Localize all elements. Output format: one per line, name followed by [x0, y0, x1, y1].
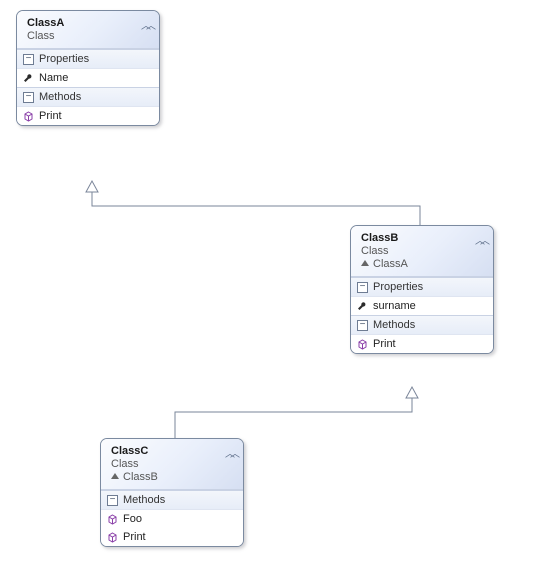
- base-class-label: ClassA: [361, 258, 485, 270]
- section-header[interactable]: −Properties: [17, 50, 159, 69]
- class-title: ClassA: [27, 17, 151, 29]
- section-label: Properties: [373, 281, 423, 293]
- member-name: Print: [373, 338, 396, 350]
- method-cube-icon: [107, 514, 118, 525]
- section-methods: −Methods Print: [17, 87, 159, 125]
- member-name: Print: [39, 110, 62, 122]
- member-row[interactable]: surname: [351, 297, 493, 315]
- member-row[interactable]: Foo: [101, 510, 243, 528]
- section-methods: −Methods Foo Print: [101, 490, 243, 546]
- section-label: Properties: [39, 53, 89, 65]
- member-row[interactable]: Print: [101, 528, 243, 546]
- member-row[interactable]: Print: [351, 335, 493, 353]
- member-name: Print: [123, 531, 146, 543]
- method-cube-icon: [107, 532, 118, 543]
- class-title: ClassB: [361, 232, 485, 244]
- base-class-label: ClassB: [111, 471, 235, 483]
- member-name: surname: [373, 300, 416, 312]
- section-label: Methods: [39, 91, 81, 103]
- section-properties: −Properties Name: [17, 49, 159, 87]
- section-label: Methods: [123, 494, 165, 506]
- class-stereotype: Class: [27, 30, 151, 42]
- member-name: Foo: [123, 513, 142, 525]
- wrench-icon: [23, 73, 34, 84]
- member-row[interactable]: Print: [17, 107, 159, 125]
- section-header[interactable]: −Methods: [17, 88, 159, 107]
- diagram-canvas: ︿︿ ClassA Class −Properties Name −Method…: [0, 0, 538, 563]
- minus-toggle-icon[interactable]: −: [23, 92, 34, 103]
- section-label: Methods: [373, 319, 415, 331]
- wrench-icon: [357, 301, 368, 312]
- section-methods: −Methods Print: [351, 315, 493, 353]
- class-stereotype: Class: [361, 245, 485, 257]
- collapse-chevron-icon[interactable]: ︿︿: [225, 445, 235, 460]
- class-header[interactable]: ︿︿ ClassC Class ClassB: [101, 439, 243, 490]
- class-node-classc[interactable]: ︿︿ ClassC Class ClassB −Methods Foo Prin…: [100, 438, 244, 547]
- section-header[interactable]: −Methods: [351, 316, 493, 335]
- class-header[interactable]: ︿︿ ClassB Class ClassA: [351, 226, 493, 277]
- class-stereotype: Class: [111, 458, 235, 470]
- minus-toggle-icon[interactable]: −: [23, 54, 34, 65]
- method-cube-icon: [23, 111, 34, 122]
- method-cube-icon: [357, 339, 368, 350]
- class-node-classa[interactable]: ︿︿ ClassA Class −Properties Name −Method…: [16, 10, 160, 126]
- section-properties: −Properties surname: [351, 277, 493, 315]
- minus-toggle-icon[interactable]: −: [357, 320, 368, 331]
- member-name: Name: [39, 72, 68, 84]
- member-row[interactable]: Name: [17, 69, 159, 87]
- minus-toggle-icon[interactable]: −: [357, 282, 368, 293]
- collapse-chevron-icon[interactable]: ︿︿: [475, 232, 485, 247]
- class-header[interactable]: ︿︿ ClassA Class: [17, 11, 159, 49]
- section-header[interactable]: −Methods: [101, 491, 243, 510]
- minus-toggle-icon[interactable]: −: [107, 495, 118, 506]
- collapse-chevron-icon[interactable]: ︿︿: [141, 17, 151, 32]
- class-node-classb[interactable]: ︿︿ ClassB Class ClassA −Properties surna…: [350, 225, 494, 354]
- class-title: ClassC: [111, 445, 235, 457]
- section-header[interactable]: −Properties: [351, 278, 493, 297]
